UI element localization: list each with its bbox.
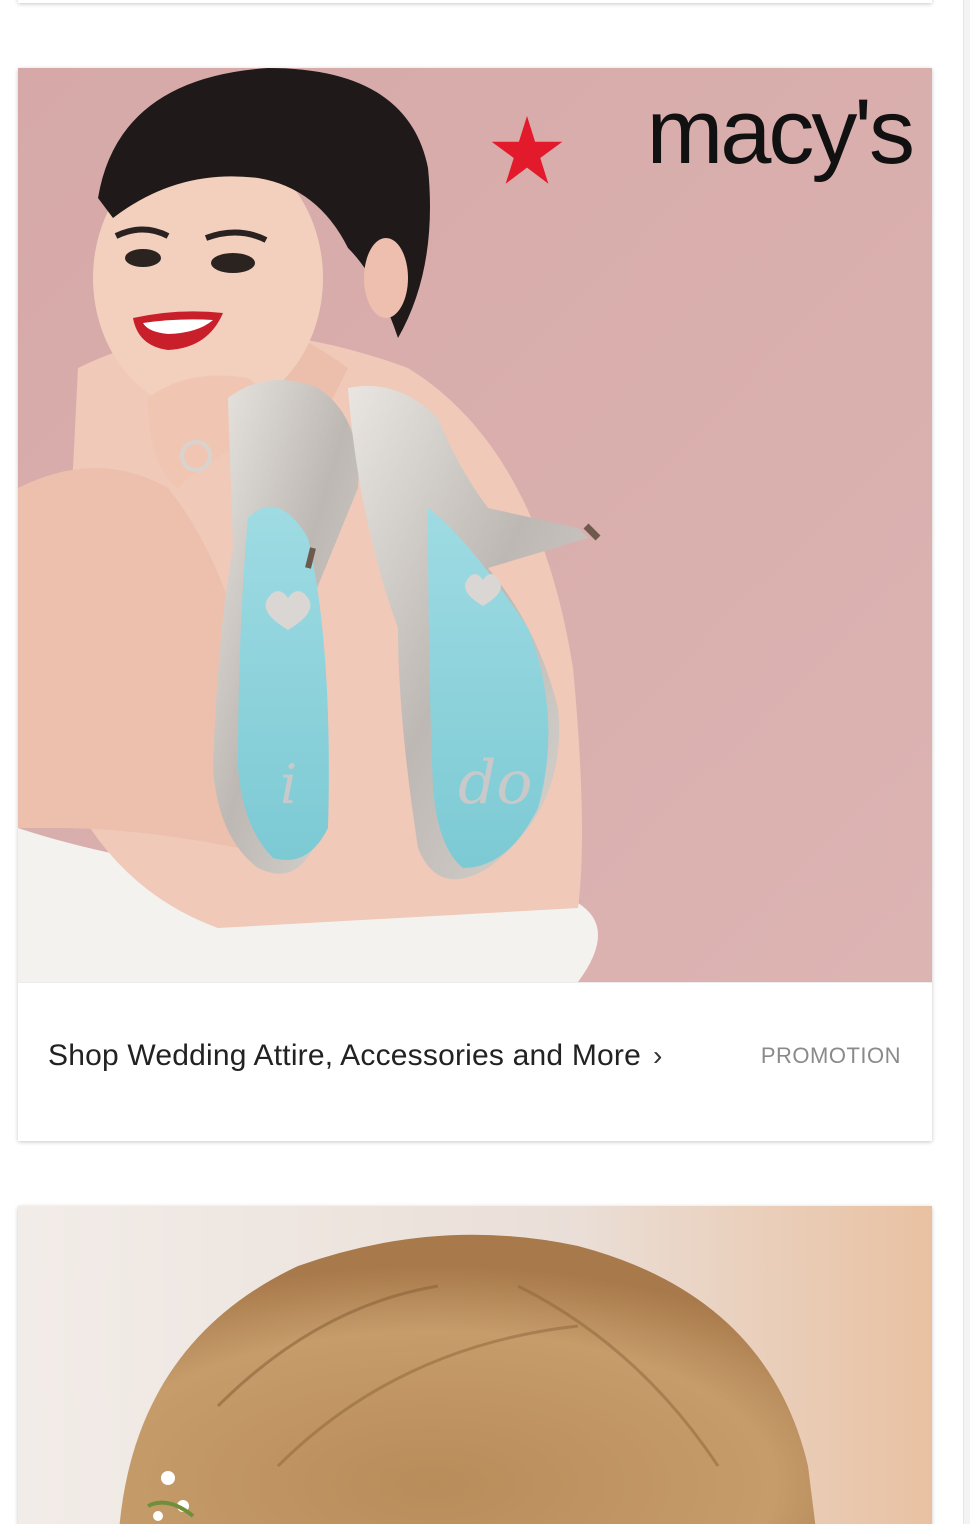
svg-text:do: do	[458, 748, 533, 818]
shop-wedding-link[interactable]: Shop Wedding Attire, Accessories and Mor…	[48, 1039, 663, 1073]
promotion-card[interactable]: i do macy's Shop Wedding Attire, Accesso…	[18, 68, 932, 1141]
macys-wordmark: macy's	[646, 81, 915, 183]
next-card[interactable]	[18, 1206, 932, 1524]
chevron-right-icon: ›	[652, 1040, 663, 1071]
shop-wedding-link-label: Shop Wedding Attire, Accessories and Mor…	[48, 1039, 641, 1072]
bride-shoes-illustration: i do	[18, 68, 932, 982]
macys-star-icon	[491, 116, 563, 184]
promotion-hero-image[interactable]: i do macy's	[18, 68, 932, 982]
promotion-badge: PROMOTION	[760, 1043, 901, 1068]
previous-card[interactable]	[18, 0, 932, 3]
promotion-feed[interactable]: i do macy's Shop Wedding Attire, Accesso…	[0, 0, 970, 1524]
bride-hair-image	[18, 1206, 932, 1524]
macys-logo: macy's	[490, 81, 915, 202]
scrollbar[interactable]	[963, 0, 970, 1524]
svg-text:i: i	[280, 753, 297, 816]
promotion-caption[interactable]: Shop Wedding Attire, Accessories and Mor…	[18, 982, 932, 1142]
